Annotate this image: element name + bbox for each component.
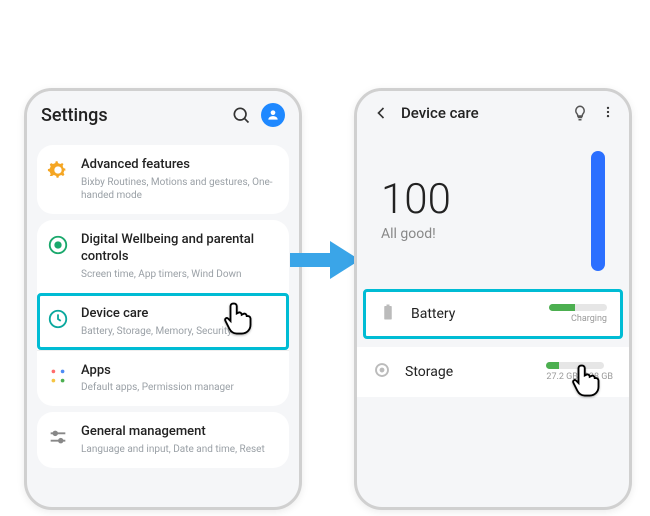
back-icon[interactable] (371, 103, 391, 123)
tips-icon[interactable] (571, 104, 589, 122)
row-battery[interactable]: Battery Charging (363, 289, 623, 339)
storage-icon (373, 361, 391, 383)
profile-avatar[interactable] (261, 103, 285, 127)
settings-header: Settings (27, 91, 299, 139)
battery-meter: Charging (549, 304, 607, 324)
row-title: General management (81, 424, 279, 441)
row-subtitle: Default apps, Permission manager (81, 381, 279, 394)
device-care-header: Device care (357, 91, 629, 135)
row-general-management[interactable]: General management Language and input, D… (37, 412, 289, 468)
storage-label: Storage (405, 364, 546, 380)
battery-label: Battery (411, 306, 549, 322)
gear-icon (47, 159, 69, 181)
phone-device-care: Device care 100 All good! Battery Chargi… (354, 88, 632, 510)
row-digital-wellbeing[interactable]: Digital Wellbeing and parental controls … (37, 220, 289, 293)
row-text: Advanced features Bixby Routines, Motion… (81, 157, 279, 202)
sliders-icon (47, 426, 69, 448)
score-status: All good! (381, 226, 591, 242)
phone-settings: Settings Advanced features Bixby Routine… (24, 88, 302, 510)
row-text: Apps Default apps, Permission manager (81, 363, 279, 395)
settings-card-3: General management Language and input, D… (37, 412, 289, 468)
pointer-hand-icon (566, 358, 606, 398)
page-title: Settings (41, 105, 231, 126)
row-title: Apps (81, 363, 279, 380)
device-care-icon (47, 308, 69, 330)
battery-status: Charging (549, 314, 607, 324)
search-icon[interactable] (231, 105, 251, 125)
row-apps[interactable]: Apps Default apps, Permission manager (37, 350, 289, 407)
arrow-right-icon (290, 236, 360, 284)
pointer-hand-icon (218, 296, 258, 336)
battery-icon (379, 303, 397, 325)
row-subtitle: Bixby Routines, Motions and gestures, On… (81, 176, 279, 202)
settings-card-1: Advanced features Bixby Routines, Motion… (37, 145, 289, 214)
row-subtitle: Screen time, App timers, Wind Down (81, 268, 279, 281)
row-text: Digital Wellbeing and parental controls … (81, 232, 279, 281)
row-advanced-features[interactable]: Advanced features Bixby Routines, Motion… (37, 145, 289, 214)
page-title: Device care (401, 104, 571, 122)
score-text: 100 All good! (381, 175, 591, 242)
score-panel: 100 All good! (357, 135, 629, 281)
row-text: General management Language and input, D… (81, 424, 279, 456)
row-title: Digital Wellbeing and parental controls (81, 232, 279, 266)
apps-icon (47, 365, 69, 387)
row-subtitle: Language and input, Date and time, Reset (81, 443, 279, 456)
score-bar (591, 151, 605, 271)
score-value: 100 (381, 175, 591, 224)
row-title: Advanced features (81, 157, 279, 174)
wellbeing-icon (47, 234, 69, 256)
more-icon[interactable] (601, 104, 615, 122)
